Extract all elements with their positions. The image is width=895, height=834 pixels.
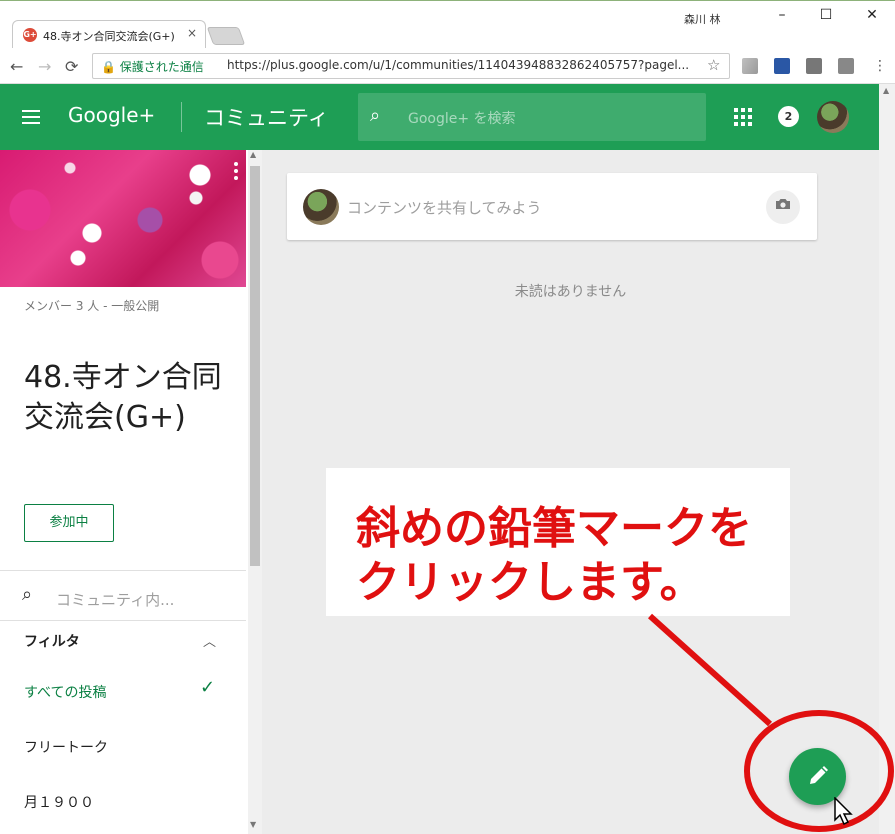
notification-badge[interactable]: 2	[778, 106, 799, 127]
community-search-input[interactable]: コミュニティ内...	[56, 589, 174, 610]
tab-close-icon[interactable]: ×	[187, 26, 197, 40]
new-tab-button[interactable]	[206, 27, 246, 45]
window-user-name: 森川 林	[684, 13, 721, 26]
page-scroll-up-arrow-icon[interactable]: ▲	[883, 86, 889, 95]
page-scrollbar[interactable]	[879, 84, 895, 834]
filter-item-free-talk[interactable]: フリートーク	[24, 737, 108, 757]
community-search-icon[interactable]: ⌕	[22, 584, 32, 605]
browser-menu-icon[interactable]: ⋮	[873, 58, 887, 74]
chevron-up-icon[interactable]: ︿	[203, 631, 216, 650]
gplus-search-box[interactable]: ⌕ Google+ を検索	[358, 93, 706, 141]
bookmark-star-icon[interactable]: ☆	[707, 56, 720, 74]
browser-tab[interactable]: G+ 48.寺オン合同交流会(G+) ×	[12, 20, 206, 49]
address-bar[interactable]: 🔒 保護された通信 https://plus.google.com/u/1/co…	[92, 53, 730, 79]
scroll-down-arrow-icon[interactable]: ▼	[250, 820, 256, 829]
url-text[interactable]: https://plus.google.com/u/1/communities/…	[227, 58, 701, 72]
share-box[interactable]: コンテンツを共有してみよう	[287, 173, 817, 240]
instruction-callout: 斜めの鉛筆マークを クリックします。	[326, 468, 790, 616]
google-plus-favicon-icon: G+	[23, 28, 37, 42]
window-titlebar: G+ 48.寺オン合同交流会(G+) × 森川 林 – ☐ ✕	[0, 0, 895, 49]
divider	[0, 620, 246, 621]
member-count: メンバー 3 人 - 一般公開	[24, 299, 160, 313]
secure-label: 保護された通信	[119, 60, 204, 74]
close-window-button[interactable]: ✕	[862, 7, 882, 23]
header-divider	[181, 102, 182, 132]
share-placeholder[interactable]: コンテンツを共有してみよう	[347, 197, 542, 218]
divider	[0, 570, 246, 571]
account-avatar[interactable]	[817, 101, 849, 133]
chart-extension-icon[interactable]	[806, 58, 822, 74]
community-cover-image	[0, 150, 246, 287]
search-icon: ⌕	[370, 105, 381, 126]
user-avatar	[303, 189, 339, 225]
filter-item-monthly[interactable]: 月１９００	[24, 792, 94, 812]
forward-button[interactable]: →	[38, 57, 51, 76]
search-placeholder: Google+ を検索	[408, 111, 516, 127]
filter-item-all-posts[interactable]: すべての投稿	[24, 682, 106, 702]
pencil-icon	[810, 766, 828, 784]
apps-grid-icon[interactable]	[734, 108, 752, 126]
cover-more-options-icon[interactable]	[234, 162, 238, 180]
section-title: コミュニティ	[204, 106, 329, 130]
gplus-header: Google+ コミュニティ ⌕ Google+ を検索 2	[0, 84, 879, 150]
filter-heading[interactable]: フィルタ	[24, 631, 80, 651]
instruction-line-1: 斜めの鉛筆マークを	[356, 503, 752, 554]
empty-state-message: 未読はありません	[514, 284, 627, 300]
add-photo-button[interactable]	[766, 190, 800, 224]
community-title: 48.寺オン合同交流会(G+)	[24, 360, 222, 435]
checkmark-icon: ✓	[200, 677, 216, 698]
maximize-button[interactable]: ☐	[816, 7, 836, 23]
back-button[interactable]: ←	[10, 57, 23, 76]
google-plus-logo[interactable]: Google+	[68, 103, 155, 127]
edit-extension-icon[interactable]	[838, 58, 854, 74]
mouse-cursor-icon	[834, 797, 853, 826]
drive-extension-icon[interactable]	[742, 58, 758, 74]
scroll-up-arrow-icon[interactable]: ▲	[250, 150, 256, 159]
hamburger-menu-icon[interactable]	[22, 110, 40, 124]
instruction-text: 斜めの鉛筆マークを クリックします。	[356, 502, 786, 610]
secure-indicator: 🔒 保護された通信	[101, 58, 204, 75]
tab-title: 48.寺オン合同交流会(G+)	[43, 30, 175, 43]
sidebar-scroll-thumb[interactable]	[250, 166, 260, 566]
instruction-line-2: クリックします。	[356, 557, 704, 608]
joined-button[interactable]: 参加中	[24, 504, 114, 542]
minimize-button[interactable]: –	[772, 7, 792, 23]
community-sidebar: メンバー 3 人 - 一般公開 48.寺オン合同交流会(G+) 参加中 ⌕ コミ…	[0, 150, 262, 834]
reload-button[interactable]: ⟳	[65, 57, 78, 76]
address-toolbar: ← → ⟳ 🔒 保護された通信 https://plus.google.com/…	[0, 48, 895, 84]
bookmark-extension-icon[interactable]	[774, 58, 790, 74]
camera-icon	[776, 199, 790, 209]
lock-icon: 🔒	[101, 60, 116, 74]
